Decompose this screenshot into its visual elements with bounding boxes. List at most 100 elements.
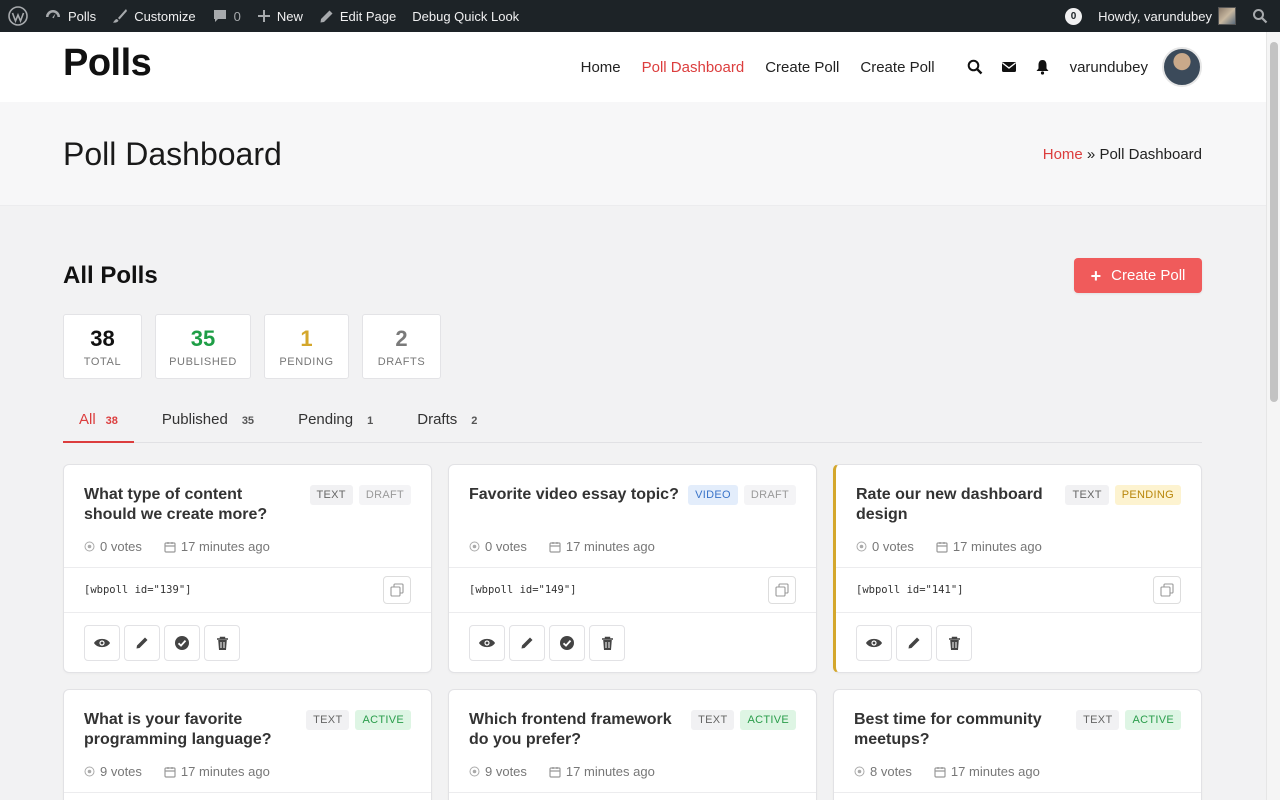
notifications-link[interactable]: 0 <box>1057 0 1090 32</box>
page-scrollbar[interactable] <box>1266 32 1280 800</box>
admin-search-button[interactable] <box>1244 0 1280 32</box>
header-search-button[interactable] <box>967 59 983 75</box>
site-title[interactable]: Polls <box>63 42 152 85</box>
notification-count: 0 <box>1065 7 1083 25</box>
view-button[interactable] <box>84 625 120 661</box>
edit-button[interactable] <box>124 625 160 661</box>
trash-icon <box>601 636 613 650</box>
delete-button[interactable] <box>589 625 625 661</box>
approve-button[interactable] <box>549 625 585 661</box>
view-button[interactable] <box>856 625 892 661</box>
eye-icon <box>866 638 882 648</box>
poll-shortcode: [wbpoll id="149"] <box>469 584 577 596</box>
nav-home[interactable]: Home <box>581 59 621 76</box>
page-title-band: Poll Dashboard Home » Poll Dashboard <box>0 102 1266 206</box>
nav-create-poll-2[interactable]: Create Poll <box>860 59 934 76</box>
poll-votes: 0 votes <box>872 539 914 554</box>
stat-pending-label: PENDING <box>279 355 334 368</box>
wordpress-logo-button[interactable] <box>0 0 36 32</box>
new-content-link[interactable]: New <box>249 0 311 32</box>
site-name-link[interactable]: Polls <box>36 0 104 32</box>
status-badge: ACTIVE <box>355 710 411 730</box>
poll-title[interactable]: What type of content should we create mo… <box>84 485 294 525</box>
poll-votes: 8 votes <box>870 764 912 779</box>
breadcrumb: Home » Poll Dashboard <box>1043 146 1202 163</box>
header-notifications-button[interactable] <box>1035 59 1050 75</box>
copy-icon <box>775 583 789 597</box>
tab-pending[interactable]: Pending 1 <box>282 400 389 443</box>
breadcrumb-current: Poll Dashboard <box>1099 146 1202 163</box>
poll-votes: 0 votes <box>485 539 527 554</box>
tab-all[interactable]: All 38 <box>63 400 134 443</box>
edit-button[interactable] <box>896 625 932 661</box>
plus-icon <box>257 10 270 22</box>
header-user-name[interactable]: varundubey <box>1070 59 1148 76</box>
customize-link[interactable]: Customize <box>104 0 203 32</box>
tab-pending-label: Pending <box>298 411 354 428</box>
delete-button[interactable] <box>204 625 240 661</box>
delete-button[interactable] <box>936 625 972 661</box>
nav-create-poll[interactable]: Create Poll <box>765 59 839 76</box>
votes-icon <box>469 541 480 552</box>
copy-shortcode-button[interactable] <box>768 576 796 604</box>
poll-title[interactable]: What is your favorite programming langua… <box>84 710 294 750</box>
copy-icon <box>390 583 404 597</box>
stat-total-label: TOTAL <box>83 355 122 368</box>
eye-icon <box>479 638 495 648</box>
pencil-icon <box>136 637 148 649</box>
tab-drafts-count: 2 <box>471 415 478 427</box>
copy-shortcode-button[interactable] <box>1153 576 1181 604</box>
poll-card: What is your favorite programming langua… <box>63 689 432 800</box>
calendar-icon <box>549 541 561 553</box>
poll-title[interactable]: Best time for community meetups? <box>854 710 1064 750</box>
tab-pending-count: 1 <box>367 415 374 427</box>
edit-button[interactable] <box>509 625 545 661</box>
comments-count: 0 <box>233 8 241 24</box>
tab-published-count: 35 <box>241 415 255 427</box>
trash-icon <box>948 636 960 650</box>
calendar-icon <box>164 766 176 778</box>
stat-total: 38 TOTAL <box>63 314 142 379</box>
new-label: New <box>276 8 303 24</box>
scrollbar-thumb[interactable] <box>1270 42 1278 402</box>
edit-page-link[interactable]: Edit Page <box>311 0 404 32</box>
copy-shortcode-button[interactable] <box>383 576 411 604</box>
poll-title[interactable]: Favorite video essay topic? <box>469 485 679 505</box>
breadcrumb-home-link[interactable]: Home <box>1043 146 1083 163</box>
type-badge: TEXT <box>309 485 353 505</box>
votes-icon <box>84 766 95 777</box>
my-account-link[interactable]: Howdy, varundubey <box>1090 0 1244 32</box>
tab-drafts[interactable]: Drafts 2 <box>401 400 493 443</box>
poll-title[interactable]: Which frontend framework do you prefer? <box>469 710 679 750</box>
calendar-icon <box>936 541 948 553</box>
votes-icon <box>469 766 480 777</box>
pencil-icon <box>521 637 533 649</box>
tab-all-label: All <box>79 411 96 428</box>
stat-drafts: 2 DRAFTS <box>362 314 441 379</box>
poll-title[interactable]: Rate our new dashboard design <box>856 485 1066 525</box>
poll-shortcode: [wbpoll id="141"] <box>856 584 964 596</box>
approve-button[interactable] <box>164 625 200 661</box>
status-badge: DRAFT <box>743 485 796 505</box>
type-badge: TEXT <box>1065 485 1109 505</box>
user-avatar[interactable] <box>1162 47 1202 87</box>
view-button[interactable] <box>469 625 505 661</box>
poll-time: 17 minutes ago <box>180 539 270 554</box>
debug-quick-look-link[interactable]: Debug Quick Look <box>404 0 527 32</box>
nav-poll-dashboard[interactable]: Poll Dashboard <box>642 59 745 76</box>
search-icon <box>967 59 982 75</box>
tab-published[interactable]: Published 35 <box>146 400 270 443</box>
breadcrumb-separator: » <box>1082 146 1100 163</box>
stat-published-number: 35 <box>190 325 216 351</box>
comments-link[interactable]: 0 <box>204 0 249 32</box>
site-name-label: Polls <box>68 8 97 24</box>
trash-icon <box>216 636 228 650</box>
poll-time: 17 minutes ago <box>565 539 655 554</box>
main-nav: Home Poll Dashboard Create Poll Create P… <box>560 32 1202 102</box>
header-messages-button[interactable] <box>1001 60 1017 74</box>
create-poll-button[interactable]: + Create Poll <box>1074 258 1202 293</box>
pencil-icon <box>320 10 333 22</box>
page-title: Poll Dashboard <box>63 136 282 172</box>
search-icon <box>1253 9 1268 24</box>
poll-votes: 0 votes <box>100 539 142 554</box>
